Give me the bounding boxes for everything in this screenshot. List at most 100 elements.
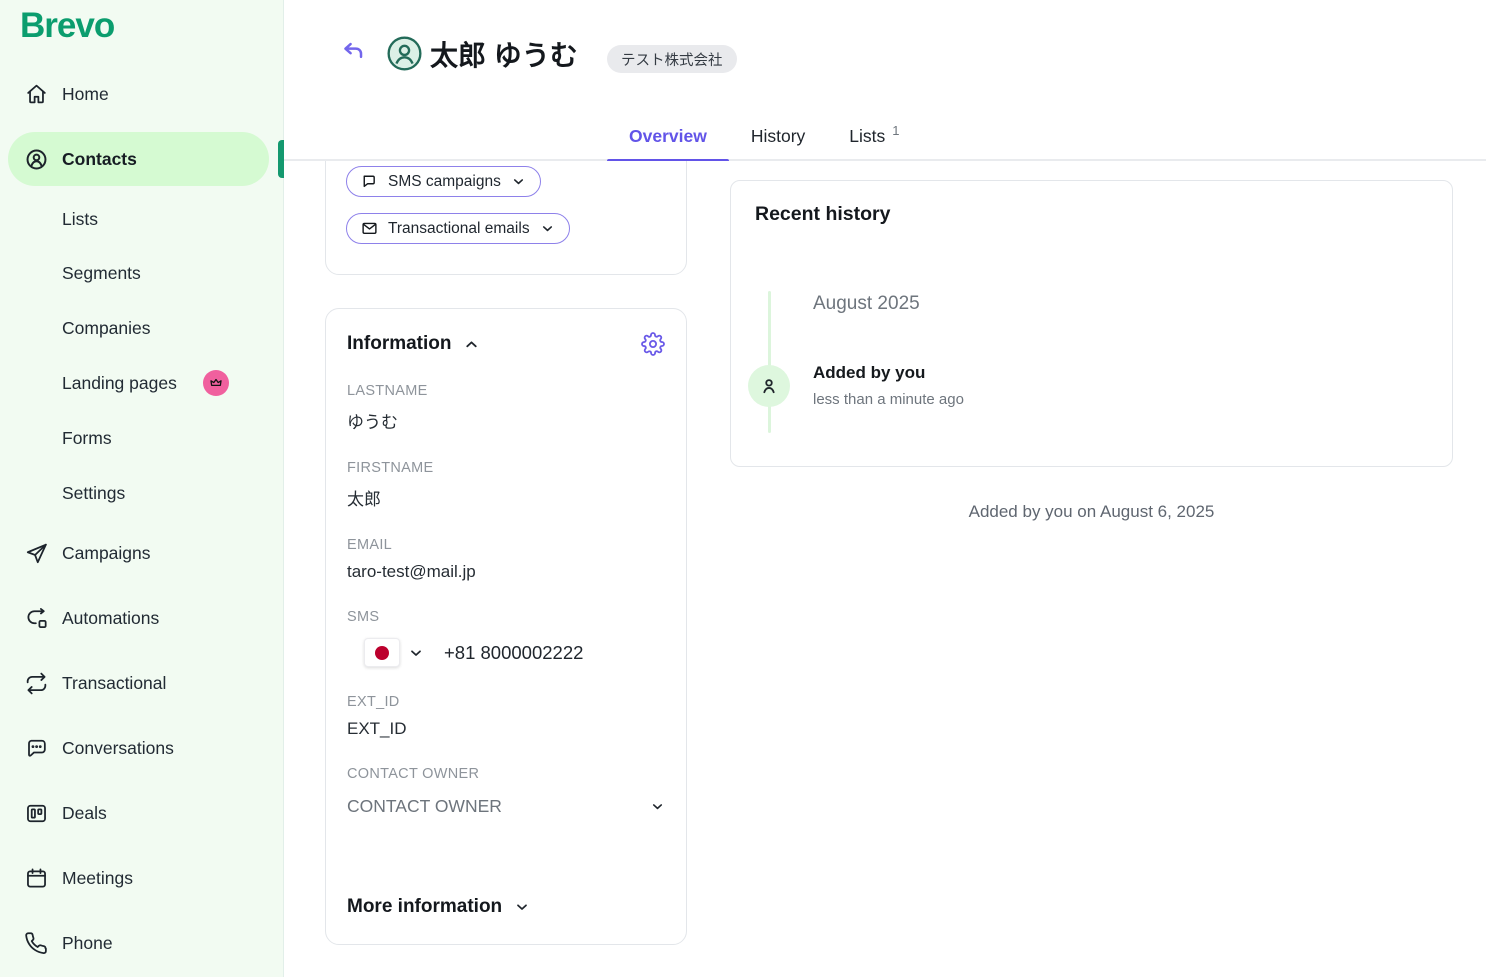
chevron-down-icon xyxy=(650,799,665,814)
field-ext-id: EXT_ID EXT_ID xyxy=(347,694,665,739)
sidebar-item-label: Meetings xyxy=(62,867,134,888)
sidebar-item-settings[interactable]: Settings xyxy=(0,475,284,511)
sidebar-item-label: Lists xyxy=(62,208,98,229)
field-value: taro-test@mail.jp xyxy=(347,562,476,581)
more-information-label: More information xyxy=(347,896,503,917)
sidebar-item-campaigns[interactable]: Campaigns xyxy=(0,535,284,571)
contact-header: 太郎 ゆうむ テスト株式会社 xyxy=(284,0,1486,112)
japan-flag-icon xyxy=(375,645,389,660)
sidebar-item-companies[interactable]: Companies xyxy=(0,310,284,346)
transactional-emails-button[interactable]: Transactional emails xyxy=(346,213,570,244)
sidebar-item-label: Landing pages xyxy=(62,372,177,393)
sidebar-item-meetings[interactable]: Meetings xyxy=(0,860,284,896)
field-sms: SMS +81 8000002222 xyxy=(347,609,665,667)
sidebar-item-landing-pages[interactable]: Landing pages xyxy=(0,365,284,401)
premium-crown-icon xyxy=(202,370,229,396)
envelope-icon xyxy=(361,220,378,237)
field-value: EXT_ID xyxy=(347,719,407,738)
field-firstname: FIRSTNAME 太郎 xyxy=(347,460,665,510)
sidebar-item-conversations[interactable]: Conversations xyxy=(0,730,284,766)
sidebar-item-forms[interactable]: Forms xyxy=(0,420,284,456)
field-lastname: LASTNAME ゆうむ xyxy=(347,383,665,433)
chevron-down-icon[interactable] xyxy=(408,645,424,661)
timeline-line xyxy=(768,291,771,433)
sidebar-item-label: Automations xyxy=(62,607,160,628)
event-time: less than a minute ago xyxy=(813,391,964,408)
information-card: Information LASTNAME ゆうむ FIRSTNAME 太郎 EM… xyxy=(325,308,687,945)
sidebar-item-label: Deals xyxy=(62,802,107,823)
sidebar-item-label: Conversations xyxy=(62,737,174,758)
sidebar-item-label: Settings xyxy=(62,482,126,503)
contact-name: 太郎 ゆうむ xyxy=(430,40,578,71)
chevron-down-icon xyxy=(511,174,526,189)
main-content: SMS campaigns Transactional emails Infor… xyxy=(284,161,1486,977)
sidebar-item-home[interactable]: Home xyxy=(0,76,284,112)
company-badge: テスト株式会社 xyxy=(607,45,737,73)
country-flag-selector[interactable] xyxy=(364,638,400,667)
tabs: Overview History Lists 1 xyxy=(607,112,922,163)
recent-history-title: Recent history xyxy=(755,203,891,225)
sidebar-item-label: Campaigns xyxy=(62,542,151,563)
field-label: EXT_ID xyxy=(347,694,400,710)
gear-icon[interactable] xyxy=(641,332,665,356)
sidebar-item-label: Phone xyxy=(62,932,113,953)
sms-campaigns-button[interactable]: SMS campaigns xyxy=(346,166,541,197)
field-value: 太郎 xyxy=(347,490,381,509)
chevron-down-icon xyxy=(540,221,555,236)
recent-history-card: Recent history August 2025 Added by you … xyxy=(730,180,1453,467)
send-icon xyxy=(24,541,49,566)
chat-bubble-icon xyxy=(24,736,49,761)
tab-label: Overview xyxy=(629,126,707,146)
tab-history[interactable]: History xyxy=(729,112,827,161)
tab-label: Lists xyxy=(849,126,886,146)
more-information-toggle[interactable]: More information xyxy=(347,896,530,918)
person-icon xyxy=(748,365,790,407)
back-icon[interactable] xyxy=(340,40,366,66)
repeat-arrows-icon xyxy=(24,671,49,696)
tab-lists[interactable]: Lists 1 xyxy=(827,112,921,161)
calendar-icon xyxy=(24,866,49,891)
contact-owner-select[interactable]: CONTACT OWNER xyxy=(347,796,665,817)
added-date-note: Added by you on August 6, 2025 xyxy=(968,502,1215,521)
pill-label: SMS campaigns xyxy=(388,172,501,190)
field-label: FIRSTNAME xyxy=(347,460,434,476)
sidebar-item-label: Contacts xyxy=(62,148,137,169)
field-label: LASTNAME xyxy=(347,383,428,399)
sidebar-item-label: Companies xyxy=(62,317,151,338)
phone-number-value: +81 8000002222 xyxy=(444,641,584,663)
chevron-down-icon xyxy=(514,899,530,915)
information-title: Information xyxy=(347,333,452,354)
tab-label: History xyxy=(750,126,806,146)
contacts-icon xyxy=(24,147,49,172)
sidebar-item-lists[interactable]: Lists xyxy=(0,201,284,237)
select-value: CONTACT OWNER xyxy=(347,796,502,816)
pill-label: Transactional emails xyxy=(388,219,530,237)
kanban-board-icon xyxy=(24,801,49,826)
automation-flow-icon xyxy=(24,606,49,631)
sidebar-item-deals[interactable]: Deals xyxy=(0,795,284,831)
sidebar-item-label: Segments xyxy=(62,262,141,283)
field-email: EMAIL taro-test@mail.jp xyxy=(347,537,665,582)
contact-avatar xyxy=(387,36,422,71)
sidebar-item-contacts[interactable]: Contacts xyxy=(0,141,284,177)
field-contact-owner: CONTACT OWNER CONTACT OWNER xyxy=(347,766,665,817)
sidebar-item-segments[interactable]: Segments xyxy=(0,255,284,291)
brevo-logo[interactable]: Brevo xyxy=(20,6,115,46)
sidebar-item-transactional[interactable]: Transactional xyxy=(0,665,284,701)
sidebar-item-phone[interactable]: Phone xyxy=(0,925,284,961)
tab-overview[interactable]: Overview xyxy=(607,112,729,163)
sidebar: Brevo Home Contacts Lists Segments Compa… xyxy=(0,0,284,977)
field-label: CONTACT OWNER xyxy=(347,766,480,782)
sidebar-item-label: Forms xyxy=(62,427,112,448)
home-icon xyxy=(24,82,49,107)
sidebar-item-label: Transactional xyxy=(62,672,167,693)
chevron-up-icon[interactable] xyxy=(463,336,480,353)
sidebar-item-automations[interactable]: Automations xyxy=(0,600,284,636)
field-label: EMAIL xyxy=(347,537,393,553)
sms-bubble-icon xyxy=(361,173,378,190)
sidebar-item-label: Home xyxy=(62,83,109,104)
engagement-card: SMS campaigns Transactional emails xyxy=(325,161,687,275)
field-label: SMS xyxy=(347,609,380,625)
timeline-month: August 2025 xyxy=(813,293,920,314)
phone-icon xyxy=(24,931,49,956)
